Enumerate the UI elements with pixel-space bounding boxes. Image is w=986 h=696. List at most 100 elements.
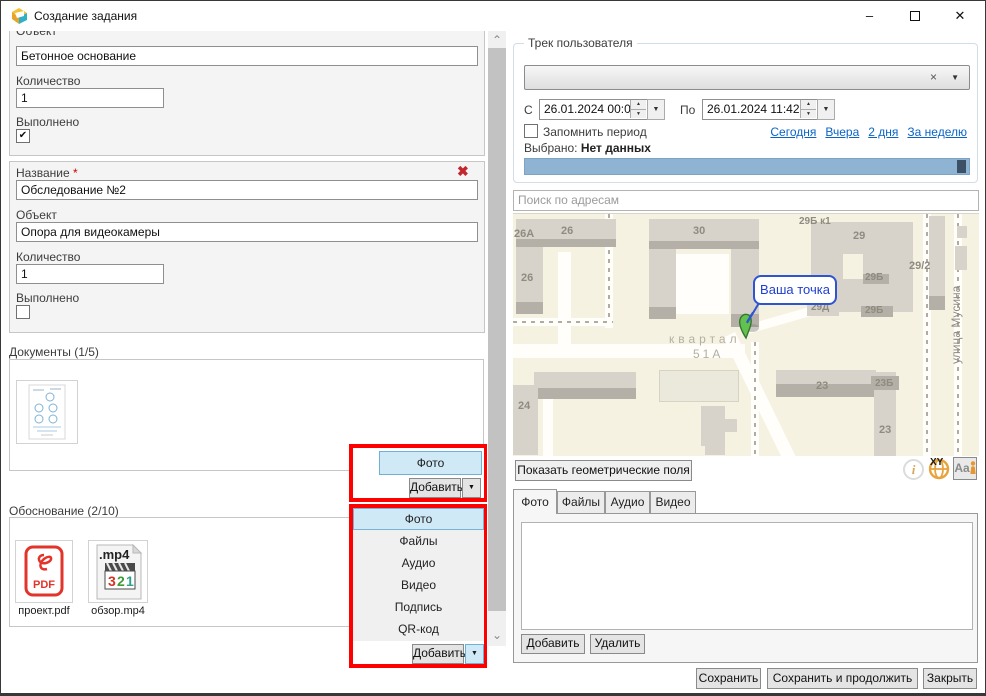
app-icon bbox=[11, 8, 28, 24]
quantity-input[interactable]: 1 bbox=[16, 88, 164, 108]
file-name-pdf: проект.pdf bbox=[12, 605, 76, 617]
track-slider[interactable] bbox=[524, 158, 970, 175]
delete-task-button[interactable]: ✖ bbox=[457, 163, 469, 180]
map-building bbox=[516, 239, 616, 247]
xy-globe-button[interactable]: XY bbox=[927, 456, 951, 480]
map-label-kvartal: квартал bbox=[669, 332, 741, 346]
chevron-down-icon: ▼ bbox=[468, 484, 475, 491]
date-from-spinner[interactable]: ▲ ▼ bbox=[630, 100, 646, 119]
document-thumbnail[interactable] bbox=[16, 380, 78, 444]
add-attachment-button[interactable]: Добавить bbox=[521, 634, 585, 654]
map-label: 23 bbox=[816, 380, 828, 392]
your-point-callout: Ваша точка bbox=[753, 275, 837, 305]
link-yesterday[interactable]: Вчера bbox=[825, 125, 859, 139]
window-title: Создание задания bbox=[34, 9, 137, 23]
quantity-input-2[interactable]: 1 bbox=[16, 264, 164, 284]
scroll-thumb[interactable] bbox=[488, 48, 506, 611]
combo-dropdown-icon[interactable]: ▼ bbox=[951, 73, 959, 82]
panel-scrollbar[interactable]: ⌃ ⌄ bbox=[488, 31, 506, 646]
spin-down-icon[interactable]: ▼ bbox=[630, 109, 646, 118]
map-label: 30 bbox=[693, 225, 705, 237]
file-tile-mp4[interactable]: .mp4 3 2 1 bbox=[88, 540, 148, 603]
save-button[interactable]: Сохранить bbox=[696, 668, 761, 689]
menu-item-photo[interactable]: Фото bbox=[353, 508, 484, 530]
add-justification-button[interactable]: Добавить bbox=[412, 644, 464, 664]
red-x-icon: ✖ bbox=[457, 163, 469, 179]
maximize-button[interactable] bbox=[892, 1, 937, 31]
map-building bbox=[957, 226, 967, 238]
justification-label: Обоснование (2/10) bbox=[9, 504, 119, 518]
date-from-dropdown[interactable]: ▼ bbox=[647, 99, 665, 120]
add-justification-dropdown[interactable]: ▼ bbox=[465, 644, 484, 664]
map-label: 29Б bbox=[865, 272, 883, 283]
link-2days[interactable]: 2 дня bbox=[868, 125, 898, 139]
check-icon: ✔ bbox=[19, 130, 27, 141]
done-checkbox-unchecked[interactable] bbox=[16, 305, 30, 319]
close-dialog-button[interactable]: Закрыть bbox=[923, 668, 977, 689]
remember-period-label: Запомнить период bbox=[543, 125, 647, 139]
remember-period-checkbox[interactable] bbox=[524, 124, 538, 138]
tab-video[interactable]: Видео bbox=[650, 491, 696, 514]
file-tile-pdf[interactable]: PDF bbox=[15, 540, 73, 603]
link-today[interactable]: Сегодня bbox=[770, 125, 816, 139]
menu-item-video[interactable]: Видео bbox=[353, 574, 484, 596]
task-group: ✖ Название * Обследование №2 Объект Опор… bbox=[9, 161, 485, 333]
menu-item-signature[interactable]: Подпись bbox=[353, 596, 484, 618]
menu-item-qrcode[interactable]: QR-код bbox=[353, 618, 484, 640]
close-button[interactable]: ✕ bbox=[937, 1, 983, 31]
map[interactable]: 26А 26 26 30 29Б к1 29 29/2 29Б 29Д 29Б … bbox=[513, 213, 979, 456]
user-combobox[interactable]: × ▼ bbox=[524, 65, 970, 90]
photo-quick-button[interactable]: Фото bbox=[379, 451, 482, 475]
document-preview-image bbox=[17, 381, 77, 443]
spin-down-icon[interactable]: ▼ bbox=[800, 109, 816, 118]
globe-icon: XY bbox=[927, 456, 951, 480]
delete-attachment-button[interactable]: Удалить bbox=[590, 634, 645, 654]
attachment-menu: Фото Файлы Аудио Видео Подпись QR-код bbox=[353, 508, 484, 641]
minimize-icon: – bbox=[866, 8, 873, 23]
date-to-dropdown[interactable]: ▼ bbox=[817, 99, 835, 120]
link-week[interactable]: За неделю bbox=[907, 125, 967, 139]
chevron-down-icon: ▼ bbox=[823, 106, 830, 113]
task-name-input[interactable]: Обследование №2 bbox=[16, 180, 478, 200]
spin-up-icon[interactable]: ▲ bbox=[800, 100, 816, 109]
map-building bbox=[701, 406, 725, 446]
add-documents-dropdown[interactable]: ▼ bbox=[462, 478, 481, 498]
done-checkbox-checked[interactable]: ✔ bbox=[16, 129, 30, 143]
object-label: Объект bbox=[16, 31, 57, 38]
scroll-up-button[interactable]: ⌃ bbox=[488, 33, 506, 47]
info-glyph: i bbox=[912, 462, 916, 477]
object-input[interactable]: Бетонное основание bbox=[16, 46, 478, 66]
tab-audio[interactable]: Аудио bbox=[605, 491, 650, 514]
svg-text:.mp4: .mp4 bbox=[99, 547, 130, 562]
tab-photo[interactable]: Фото bbox=[513, 489, 557, 514]
minimize-button[interactable]: – bbox=[847, 1, 892, 31]
scroll-down-button[interactable]: ⌄ bbox=[488, 628, 506, 642]
map-street-label: улица Мусина bbox=[949, 269, 963, 364]
date-from-label: С bbox=[524, 103, 533, 117]
save-continue-button[interactable]: Сохранить и продолжить bbox=[767, 668, 918, 689]
period-links: Сегодня Вчера 2 дня За неделю bbox=[770, 125, 967, 139]
tab-files[interactable]: Файлы bbox=[557, 491, 605, 514]
track-slider-handle[interactable] bbox=[957, 160, 966, 173]
object-input-2[interactable]: Опора для видеокамеры bbox=[16, 222, 478, 242]
aa-contrast-button[interactable]: Aa bbox=[953, 457, 977, 480]
combo-clear-icon[interactable]: × bbox=[930, 70, 937, 84]
spin-up-icon[interactable]: ▲ bbox=[630, 100, 646, 109]
map-label: 29Б bbox=[865, 305, 883, 316]
attachments-list[interactable] bbox=[521, 522, 973, 630]
title-bar: Создание задания – ✕ bbox=[1, 1, 985, 31]
address-search-input[interactable]: Поиск по адресам bbox=[513, 190, 979, 211]
done-label-2: Выполнено bbox=[16, 291, 79, 305]
done-label: Выполнено bbox=[16, 115, 79, 129]
menu-item-files[interactable]: Файлы bbox=[353, 530, 484, 552]
menu-item-audio[interactable]: Аудио bbox=[353, 552, 484, 574]
map-road bbox=[558, 252, 571, 346]
geometry-fields-button[interactable]: Показать геометрические поля bbox=[515, 460, 692, 481]
add-documents-button[interactable]: Добавить bbox=[409, 478, 461, 498]
map-label: 23 bbox=[879, 424, 891, 436]
svg-text:PDF: PDF bbox=[33, 579, 55, 591]
map-building bbox=[933, 252, 945, 292]
selected-row: Выбрано: Нет данных bbox=[524, 141, 651, 155]
date-to-spinner[interactable]: ▲ ▼ bbox=[800, 100, 816, 119]
info-icon[interactable]: i bbox=[903, 459, 924, 480]
